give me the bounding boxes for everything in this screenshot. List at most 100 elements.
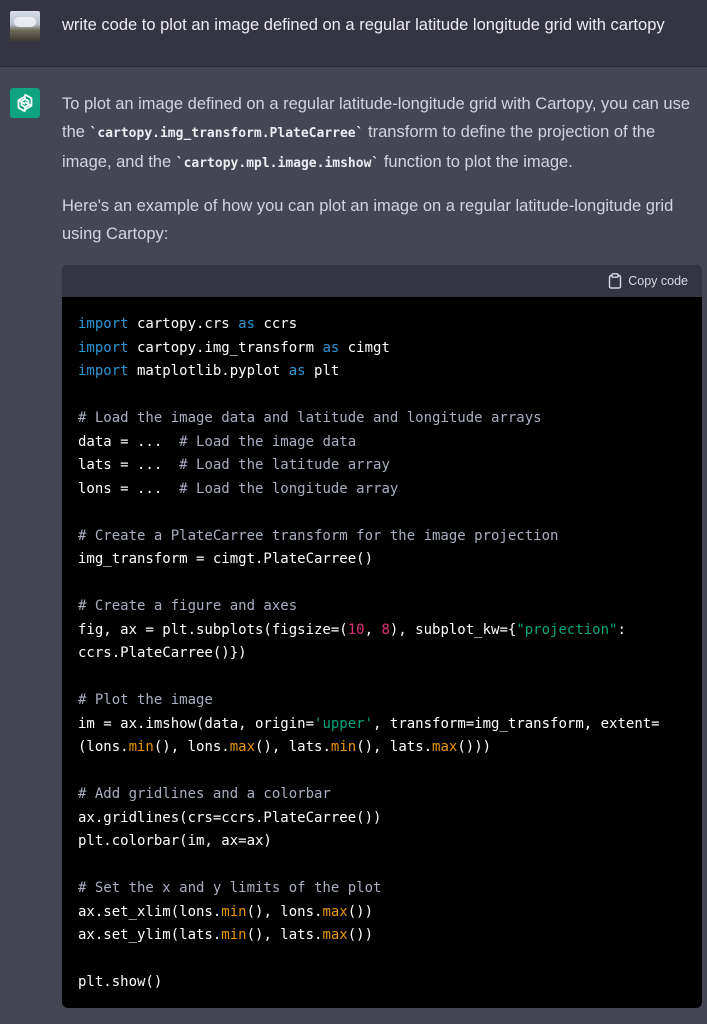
code-line: plt.show() <box>78 971 693 995</box>
user-message-row: write code to plot an image defined on a… <box>0 0 707 67</box>
code-line: # Plot the image <box>78 689 693 713</box>
assistant-paragraph-1: To plot an image defined on a regular la… <box>62 90 702 178</box>
code-number: 8 <box>381 621 390 638</box>
code-builtin: max <box>432 739 458 755</box>
code-text: ax.gridlines(crs=ccrs.PlateCarree()) <box>78 809 382 826</box>
code-keyword: import <box>78 316 129 332</box>
code-line: # Add gridlines and a colorbar <box>78 783 693 807</box>
paragraph-text: function to plot the image. <box>379 153 573 171</box>
code-comment: # Set the x and y limits of the plot <box>78 880 382 896</box>
code-line: img_transform = cimgt.PlateCarree() <box>78 548 693 572</box>
code-line: im = ax.imshow(data, origin='upper', tra… <box>78 713 693 737</box>
code-text: ), subplot_kw={ <box>389 621 517 638</box>
code-text: fig, ax = plt.subplots(figsize=( <box>78 621 348 638</box>
code-comment: # Add gridlines and a colorbar <box>78 786 331 802</box>
code-text: ax.set_xlim(lons. <box>78 903 222 920</box>
code-builtin: min <box>330 739 357 755</box>
code-text: data = ... <box>78 433 180 450</box>
clipboard-icon <box>609 273 622 289</box>
code-line: # Load the image data and latitude and l… <box>78 407 693 431</box>
inline-code: `cartopy.img_transform.PlateCarree` <box>89 126 364 141</box>
code-line: import cartopy.img_transform as cimgt <box>78 337 693 361</box>
code-text: cartopy.img_transform <box>128 339 323 356</box>
code-builtin: min <box>221 927 247 943</box>
openai-logo-icon <box>17 93 33 113</box>
code-keyword: import <box>78 363 129 379</box>
code-line: data = ... # Load the image data <box>78 431 693 455</box>
code-comment: # Create a figure and axes <box>78 598 298 614</box>
code-text: (), lats. <box>255 739 331 755</box>
code-line: import cartopy.crs as ccrs <box>78 313 693 337</box>
code-builtin: max <box>229 739 256 755</box>
copy-code-label: Copy code <box>628 274 688 288</box>
code-comment: # Load the image data and latitude and l… <box>78 410 542 426</box>
code-text: plt <box>305 363 340 379</box>
code-text: cartopy.crs <box>128 316 239 332</box>
avatar-ground <box>10 30 40 41</box>
assistant-paragraph-2: Here's an example of how you can plot an… <box>62 197 674 243</box>
avatar-cloud <box>14 17 36 27</box>
code-text: img_transform = cimgt.PlateCarree() <box>78 551 374 567</box>
code-line: plt.colorbar(im, ax=ax) <box>78 830 693 854</box>
code-comment: # Create a PlateCarree transform for the… <box>78 527 559 544</box>
code-line: import matplotlib.pyplot as plt <box>78 360 693 384</box>
code-text: cimgt <box>339 339 390 356</box>
code-line: fig, ax = plt.subplots(figsize=(10, 8), … <box>78 619 693 643</box>
code-text: ccrs <box>255 316 298 332</box>
user-avatar <box>10 11 40 41</box>
code-line: ax.set_ylim(lats.min(), lats.max()) <box>78 924 693 948</box>
code-builtin: max <box>322 903 348 920</box>
code-line: ax.gridlines(crs=ccrs.PlateCarree()) <box>78 807 693 831</box>
code-text: ())) <box>457 739 492 755</box>
code-block-header: Copy code <box>62 265 702 297</box>
code-text: (), lats. <box>246 927 323 943</box>
code-text: ccrs.PlateCarree()}) <box>78 645 247 661</box>
code-text: (lons. <box>78 739 129 755</box>
copy-code-button[interactable]: Copy code <box>608 272 688 290</box>
code-text: (), lats. <box>356 739 433 755</box>
code-builtin: min <box>221 903 247 920</box>
code-comment: # Load the image data <box>179 433 357 450</box>
code-line: lons = ... # Load the longitude array <box>78 478 693 502</box>
code-content: import cartopy.crs as ccrs import cartopy… <box>78 313 693 995</box>
code-text: ()) <box>347 903 374 920</box>
code-keyword: as <box>322 339 340 356</box>
code-line: ccrs.PlateCarree()}) <box>78 642 693 666</box>
code-keyword: as <box>288 363 306 379</box>
code-line: ax.set_xlim(lons.min(), lons.max()) <box>78 901 693 925</box>
code-text: im = ax.imshow(data, origin= <box>78 715 315 732</box>
assistant-avatar <box>10 88 40 118</box>
code-text: plt.colorbar(im, ax=ax) <box>78 833 272 849</box>
code-text: (), lons. <box>153 739 230 755</box>
code-builtin: min <box>128 739 154 755</box>
inline-code: `cartopy.mpl.image.imshow` <box>175 156 380 171</box>
code-comment: # Load the latitude array <box>179 457 390 473</box>
code-line: # Create a PlateCarree transform for the… <box>78 525 693 549</box>
code-block: Copy code import cartopy.crs as ccrs impo… <box>62 265 702 1008</box>
code-comment: # Load the longitude array <box>179 480 399 497</box>
code-text: matplotlib.pyplot <box>128 363 289 379</box>
code-text: , <box>364 621 382 638</box>
code-text: plt.show() <box>78 974 163 990</box>
code-builtin: max <box>322 927 348 943</box>
code-text: : <box>617 621 626 638</box>
code-line: (lons.min(), lons.max(), lats.min(), lat… <box>78 736 693 760</box>
code-line: # Set the x and y limits of the plot <box>78 877 693 901</box>
code-line: # Create a figure and axes <box>78 595 693 619</box>
code-keyword: as <box>238 316 256 332</box>
code-text: ()) <box>347 927 374 943</box>
code-keyword: import <box>78 339 129 356</box>
user-message-text: write code to plot an image defined on a… <box>62 16 665 34</box>
code-string: "projection" <box>516 621 618 638</box>
code-string: 'upper' <box>314 715 374 732</box>
code-text: ax.set_ylim(lats. <box>78 927 222 943</box>
code-comment: # Plot the image <box>78 692 213 708</box>
code-text: (), lons. <box>246 903 323 920</box>
